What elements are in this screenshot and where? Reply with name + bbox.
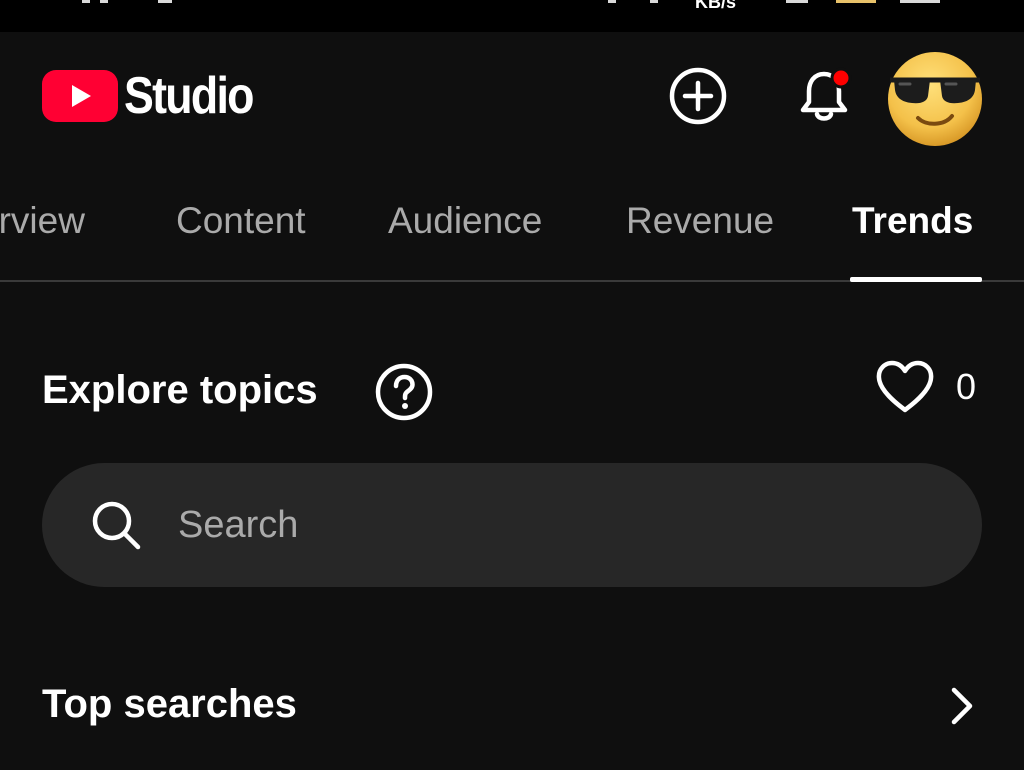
create-button[interactable] [662,60,734,132]
logo-text: Studio [124,67,255,125]
status-indicator-icon [650,0,658,3]
notifications-button[interactable] [788,60,860,132]
status-bar: KB/s [0,0,1024,32]
sunglasses-emoji-avatar-icon [888,52,982,146]
account-avatar[interactable] [886,50,984,148]
studio-logo[interactable]: Studio [42,70,274,122]
search-box[interactable] [42,463,982,587]
top-searches-expand-button[interactable] [940,682,984,730]
tab-revenue[interactable]: Revenue [626,200,774,242]
tab-overview[interactable]: erview [0,200,85,242]
favorites-count: 0 [956,366,977,407]
bell-icon [800,67,852,121]
status-indicator-icon [158,0,172,3]
app-header: Studio [0,32,1024,162]
question-circle-icon [375,363,433,421]
search-icon [92,501,141,550]
status-indicator-icon [100,0,108,3]
top-searches-title: Top searches [42,682,297,726]
youtube-play-icon [42,70,118,122]
search-input[interactable] [176,502,880,548]
plus-circle-icon [669,67,727,125]
explore-topics-title: Explore topics [42,368,318,412]
status-indicator-icon [608,0,616,3]
tab-trends[interactable]: Trends [852,200,973,242]
battery-icon [836,0,876,3]
status-indicator-icon [900,0,940,3]
favorites[interactable]: 0 [874,358,976,416]
help-button[interactable] [374,362,434,422]
network-speed: KB/s [695,0,737,12]
signal-icon [786,0,808,3]
tab-bar: erview Content Audience Revenue Trends [0,162,1024,282]
heart-icon [876,360,934,413]
active-tab-indicator [850,277,982,282]
status-indicator-icon [82,0,90,3]
chevron-right-icon [951,687,973,725]
studio-trends-page: KB/s Studio rview Content Audience Reven… [0,0,1024,770]
tab-audience[interactable]: Audience [388,200,542,242]
tab-content[interactable]: Content [176,200,306,242]
